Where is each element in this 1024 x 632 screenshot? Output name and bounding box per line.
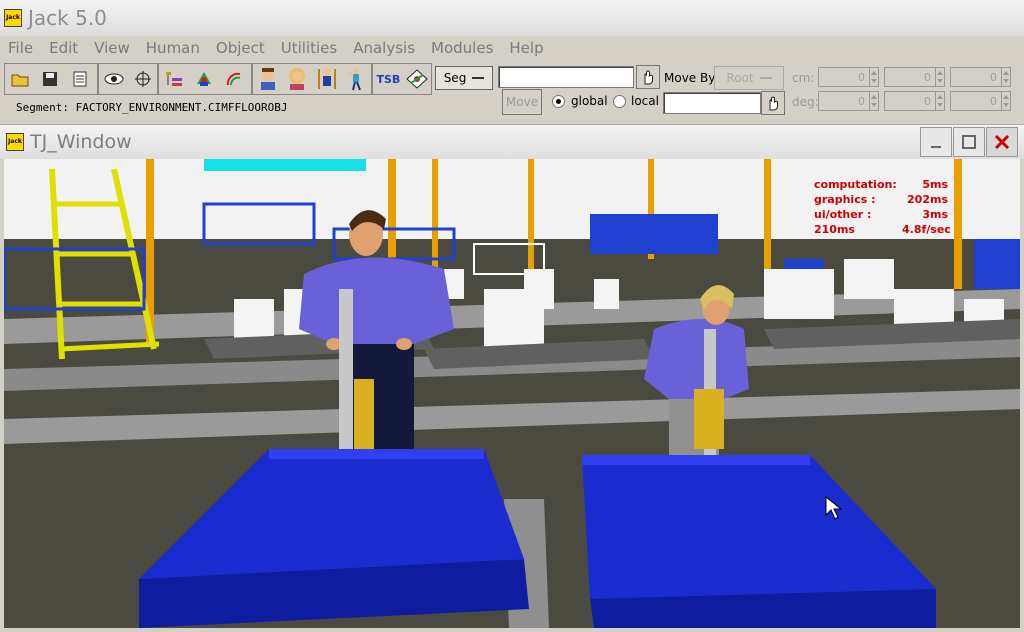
arc-icon[interactable] (220, 65, 248, 93)
perf-value: 3ms (922, 208, 948, 221)
human-toolbar-group (252, 63, 372, 95)
segment-status: Segment: FACTORY_ENVIRONMENT.CIMFFLOOROB… (16, 101, 288, 114)
perf-total: 210ms 4.8f/sec (814, 222, 951, 237)
target-name-field[interactable] (663, 92, 761, 114)
move-button[interactable]: Move (502, 89, 542, 115)
menu-view[interactable]: View (86, 39, 138, 57)
3d-viewport[interactable]: computation: 5ms graphics : 202ms ui/other… (4, 159, 1020, 628)
local-radio[interactable] (613, 95, 626, 108)
deg-z-field[interactable]: 0 (950, 91, 1002, 111)
menu-file[interactable]: File (0, 39, 41, 57)
constraint-icon[interactable] (405, 65, 430, 93)
perf-value: 4.8f/sec (902, 223, 951, 236)
app-title-bar: Jack Jack 5.0 (0, 0, 1024, 36)
deg-y-spinner[interactable] (935, 91, 945, 111)
close-icon[interactable] (986, 127, 1018, 157)
perf-ui-other: ui/other : 3ms (814, 207, 948, 222)
cyan-banner (204, 159, 366, 171)
menu-analysis[interactable]: Analysis (345, 39, 423, 57)
figure-scale-icon[interactable] (313, 65, 341, 93)
menu-bar: File Edit View Human Object Utilities An… (0, 36, 1024, 60)
local-label: local (631, 94, 659, 108)
cm-z-field[interactable]: 0 (950, 67, 1002, 87)
jack-logo-icon: Jack (4, 9, 22, 27)
hand-pick-icon[interactable] (636, 65, 660, 89)
performance-overlay: computation: 5ms graphics : 202ms ui/other… (814, 177, 951, 237)
seg-dropdown[interactable]: Seg (435, 66, 493, 90)
deg-label: deg: (792, 95, 819, 109)
tj-window-title-bar: Jack TJ_Window (0, 124, 1024, 159)
cm-y-field[interactable]: 0 (884, 67, 936, 87)
menu-object[interactable]: Object (208, 39, 273, 57)
hand-pick-target-icon[interactable] (761, 91, 785, 115)
menu-help[interactable]: Help (501, 39, 551, 57)
perf-key: ui/other : (814, 208, 872, 221)
deg-y-field[interactable]: 0 (884, 91, 936, 111)
global-label: global (571, 94, 608, 108)
figure-pose-icon[interactable] (343, 65, 371, 93)
root-dropdown[interactable]: Root (714, 66, 784, 90)
deg-x-field[interactable]: 0 (818, 91, 870, 111)
global-radio[interactable] (552, 95, 565, 108)
cm-x-spinner[interactable] (869, 67, 879, 87)
hierarchy-icon[interactable] (160, 65, 188, 93)
perf-key: 210ms (814, 223, 855, 236)
column (432, 159, 438, 269)
move-by-label: Move By: (664, 71, 719, 85)
column (954, 159, 962, 289)
perf-key: computation: (814, 178, 897, 191)
perf-value: 5ms (922, 178, 948, 191)
tj-window-title: TJ_Window (30, 131, 132, 153)
object-name-field[interactable] (498, 66, 634, 88)
column (528, 159, 534, 279)
open-folder-icon[interactable] (6, 65, 34, 93)
female-human-icon[interactable] (284, 65, 312, 93)
deg-x-spinner[interactable] (869, 91, 879, 111)
perf-key: graphics : (814, 193, 876, 206)
cm-label: cm: (792, 71, 815, 85)
male-human-icon[interactable] (254, 65, 282, 93)
deg-z-spinner[interactable] (1001, 91, 1011, 111)
jack-window-logo-icon: Jack (6, 133, 24, 151)
column (764, 159, 771, 279)
view-toolbar-group (98, 63, 158, 95)
menu-modules[interactable]: Modules (423, 39, 501, 57)
cm-z-spinner[interactable] (1001, 67, 1011, 87)
cm-y-spinner[interactable] (935, 67, 945, 87)
save-icon[interactable] (36, 65, 64, 93)
figure-toolbar-group (158, 63, 252, 95)
menu-edit[interactable]: Edit (41, 39, 86, 57)
app-title: Jack 5.0 (28, 6, 107, 30)
tsb-toolbar-group: TSB (372, 63, 432, 95)
move-cross-icon[interactable] (129, 65, 156, 93)
tsb-icon[interactable]: TSB (374, 65, 403, 93)
eye-icon[interactable] (100, 65, 127, 93)
perf-computation: computation: 5ms (814, 177, 948, 192)
perf-graphics: graphics : 202ms (814, 192, 948, 207)
menu-utilities[interactable]: Utilities (273, 39, 345, 57)
figure-tools-icon[interactable] (190, 65, 218, 93)
menu-human[interactable]: Human (138, 39, 208, 57)
minimize-icon[interactable] (920, 127, 952, 157)
cm-x-field[interactable]: 0 (818, 67, 870, 87)
file-toolbar-group (4, 63, 98, 95)
document-icon[interactable] (66, 65, 94, 93)
maximize-icon[interactable] (953, 127, 985, 157)
perf-value: 202ms (907, 193, 948, 206)
